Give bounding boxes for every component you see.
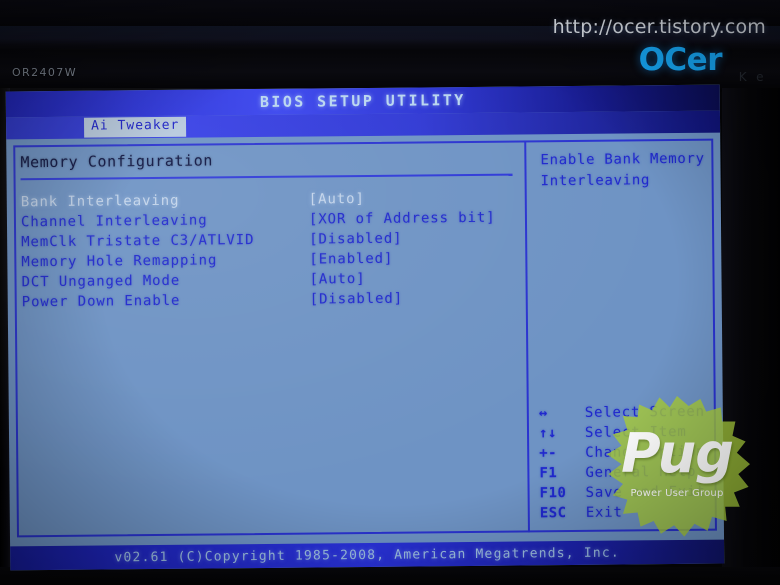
legend-description: Save and Exit [585, 483, 706, 501]
option-value[interactable]: [Enabled] [309, 249, 393, 270]
page-title: BIOS SETUP UTILITY [259, 91, 466, 111]
legend-row: ESC Exit [540, 502, 720, 524]
legend-row: F10 Save and Exit [540, 482, 720, 504]
option-value[interactable]: [Auto] [309, 269, 365, 290]
legend-description: Select Screen [584, 403, 705, 421]
legend-row: ↑↓ Select Item [539, 422, 719, 444]
legend-row: F1 General Help [539, 462, 719, 484]
legend-key: ↑↓ [538, 425, 557, 442]
watermark-url: http://ocer.tistory.com [552, 16, 766, 38]
legend-key: F1 [539, 465, 558, 482]
section-title: Memory Configuration [20, 151, 214, 172]
key-legend: ↔ Select Screen ↑↓ Select Item +- Change Opti… [539, 402, 720, 524]
monitor-bezel-bottom [0, 567, 780, 585]
legend-key: F10 [539, 485, 567, 502]
legend-description: Exit [585, 504, 623, 521]
option-label: Bank Interleaving [20, 192, 180, 211]
legend-description: Change Option [585, 443, 706, 461]
certification-logos: K e [739, 70, 764, 84]
legend-key: ↔ [538, 405, 548, 422]
legend-key: +- [539, 445, 558, 462]
bios-footer-bar: v02.61 (C)Copyright 1985-2008, American … [10, 539, 725, 571]
k-mark-icon: K [738, 70, 748, 84]
monitor-bezel-right [722, 88, 780, 585]
legend-description: General Help [585, 463, 697, 481]
option-value[interactable]: [Auto] [309, 189, 365, 210]
section-rule [20, 173, 513, 181]
option-value[interactable]: [Disabled] [309, 229, 402, 250]
option-label: Power Down Enable [21, 292, 181, 311]
option-label: DCT Unganged Mode [21, 272, 181, 291]
monitor-model-label: OR2407W [12, 66, 77, 79]
option-label: Memory Hole Remapping [21, 252, 218, 271]
help-text: Enable Bank Memory Interleaving [540, 150, 705, 190]
legend-row: ↔ Select Screen [539, 402, 719, 424]
option-label: Channel Interleaving [20, 212, 208, 231]
tab-ai-tweaker[interactable]: Ai Tweaker [83, 116, 187, 138]
option-value[interactable]: [Disabled] [310, 289, 403, 310]
legend-key: ESC [539, 505, 567, 522]
footer-copyright: v02.61 (C)Copyright 1985-2008, American … [114, 545, 620, 565]
option-value[interactable]: [XOR of Address bit] [309, 208, 496, 230]
watermark-logo: OCer [638, 42, 723, 78]
settings-pane: Memory Configuration Bank Interleaving [A… [20, 149, 520, 313]
legend-row: +- Change Option [539, 442, 719, 464]
legend-description: Select Item [584, 423, 687, 441]
bios-screen: BIOS SETUP UTILITY Ai Tweaker Memory Con… [5, 84, 725, 571]
options-list: Bank Interleaving [Auto] Channel Interleav… [21, 188, 520, 313]
option-label: MemClk Tristate C3/ATLVID [21, 232, 255, 251]
e-mark-icon: e [756, 70, 764, 84]
photo-of-monitor: http://ocer.tistory.com OCer OR2407W K e… [0, 0, 780, 585]
